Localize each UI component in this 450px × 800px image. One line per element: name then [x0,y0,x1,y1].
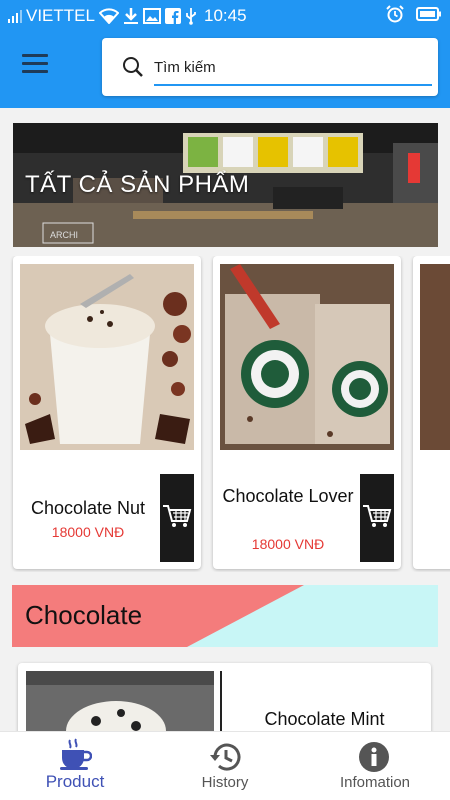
info-icon [358,741,390,773]
product-image [20,264,194,450]
app-header [0,32,450,108]
add-to-cart-button[interactable] [160,474,194,562]
cart-icon [362,503,392,534]
cart-icon [162,503,192,534]
product-card[interactable]: Chocolate Nut 18000 VNĐ [13,256,201,569]
product-card[interactable]: Chocolate Lover 18000 VNĐ [213,256,401,569]
history-icon [209,741,241,773]
product-image [220,264,394,450]
all-products-banner[interactable]: ARCHI TẤT CẢ SẢN PHẨM [13,123,438,247]
nav-information[interactable]: Infomation [300,732,450,800]
product-image [420,264,450,450]
product-price: 18000 VNĐ [251,536,325,552]
alarm-icon [386,5,404,23]
status-bar: VIETTEL 10:45 [0,0,450,32]
menu-icon[interactable] [22,54,48,80]
product-card-partial[interactable] [413,256,450,569]
bottom-nav: Product History Infomation [0,731,450,800]
category-title: Chocolate [25,600,143,630]
image-icon [142,8,161,24]
product-name: Chocolate Nut [30,498,146,518]
nav-product[interactable]: Product [0,732,150,800]
wifi-icon [98,8,119,24]
category-header[interactable]: Chocolate [12,585,438,647]
search-input[interactable] [154,54,424,80]
product-carousel[interactable]: Chocolate Nut 18000 VNĐ Chocolate Lover … [0,256,450,572]
nav-history[interactable]: History [150,732,300,800]
search-underline [154,84,432,86]
banner-title: TẤT CẢ SẢN PHẨM [25,171,250,198]
status-time: 10:45 [204,6,247,25]
search-box[interactable] [102,38,438,96]
download-icon [123,7,139,25]
add-to-cart-button[interactable] [360,474,394,562]
sign-text: ARCHI [50,230,78,240]
product-name: Chocolate Lover [222,486,354,506]
status-left: VIETTEL [8,6,197,26]
nav-information-label: Infomation [339,774,411,791]
coffee-cup-icon [58,738,93,770]
search-icon [122,56,144,83]
product-price: 18000 VNĐ [51,524,125,540]
nav-product-label: Product [45,772,105,791]
signal-icon [8,9,22,23]
list-item-name: Chocolate Mint [264,709,385,729]
battery-icon [416,6,442,22]
status-right [386,5,442,23]
carrier-label: VIETTEL [26,6,95,25]
nav-history-label: History [201,774,249,791]
facebook-icon [164,8,181,24]
usb-icon [185,7,197,25]
